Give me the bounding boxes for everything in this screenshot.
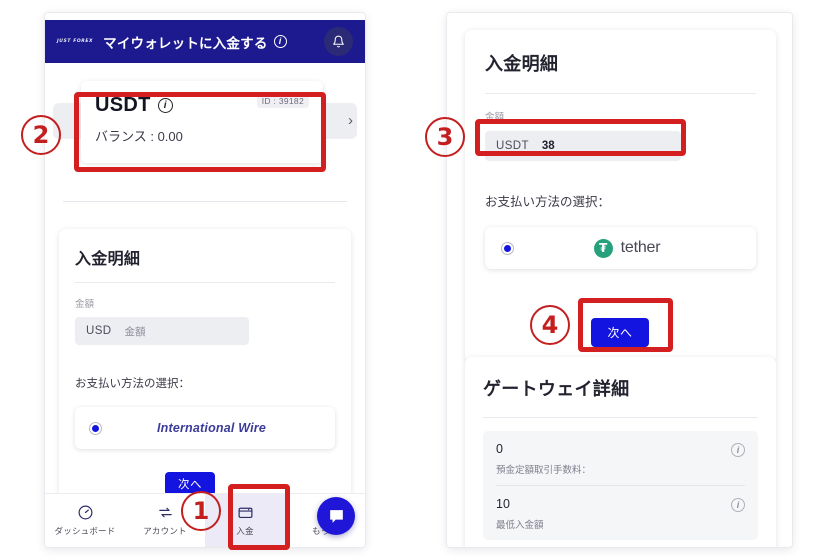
gateway-row: 10 最低入金額 i [483, 486, 758, 540]
bell-glyph [333, 35, 344, 48]
gateway-value: 10 [496, 497, 510, 511]
amount-input[interactable]: USD 金額 [75, 317, 249, 345]
next-button[interactable]: 次へ [591, 318, 649, 347]
wallet-id-badge: ID : 39182 [256, 94, 309, 108]
wallet-icon [238, 507, 252, 519]
amount-value: 38 [541, 140, 555, 152]
info-icon[interactable]: i [731, 443, 745, 457]
wallet-carousel: › USDT i ID : 39182 バランス : 0.00 [45, 71, 365, 181]
panel-divider [485, 93, 756, 94]
marker-2: 2 [21, 115, 61, 155]
chat-bubble-icon [329, 509, 343, 523]
marker-4: 4 [530, 305, 570, 345]
amount-field-label: 金額 [75, 299, 95, 310]
usdt-wallet-card[interactable]: USDT i ID : 39182 バランス : 0.00 [81, 81, 323, 163]
payment-method-label: お支払い方法の選択： [75, 378, 190, 390]
marker-3: 3 [425, 117, 465, 157]
amount-currency: USDT [496, 140, 529, 152]
payment-method-label: お支払い方法の選択： [485, 195, 611, 209]
amount-placeholder: 金額 [124, 325, 146, 338]
section-divider [63, 201, 347, 202]
nav-label-account: アカウント [143, 526, 187, 536]
tether-logo-icon: ₮ [593, 238, 613, 258]
payment-method-option[interactable]: International Wire [75, 407, 335, 449]
nav-label-dashboard: ダッシュボード [54, 526, 116, 536]
tether-method: ₮ tether [514, 238, 740, 258]
deposit-panel-title: 入金明細 [485, 54, 559, 74]
wallet-currency: USDT [95, 94, 151, 116]
page-title: マイウォレットに入金する [103, 35, 268, 51]
gateway-caption: 最低入金額 [496, 520, 544, 531]
gateway-value: 0 [496, 442, 503, 456]
deposit-details-panel: 入金明細 金額 USD 金額 お支払い方法の選択： International … [59, 229, 351, 499]
gateway-rows: 0 預金定額取引手数料： i 10 最低入金額 i [483, 431, 758, 540]
marker-1: 1 [181, 491, 221, 531]
radio-button[interactable] [501, 241, 514, 255]
panel-divider [75, 282, 335, 283]
gateway-row: 0 預金定額取引手数料： i [483, 431, 758, 485]
account-transfer-icon [158, 507, 172, 518]
payment-method-name: International Wire [156, 421, 267, 435]
app-header: JUST FOREX マイウォレットに入金する i [45, 20, 365, 63]
payment-method-option[interactable]: ₮ tether [485, 227, 756, 269]
wallet-card-top-row: USDT i ID : 39182 [95, 94, 309, 117]
screenshot-root: JUST FOREX マイウォレットに入金する i › USDT i ID: … [0, 0, 840, 560]
brand-logo: JUST FOREX [57, 39, 94, 44]
chevron-right-icon[interactable]: › [348, 113, 353, 128]
panel-divider [483, 417, 758, 418]
info-icon[interactable]: i [157, 98, 173, 113]
left-phone-frame: JUST FOREX マイウォレットに入金する i › USDT i ID: … [45, 13, 365, 547]
payment-method-name: tether [620, 239, 661, 256]
deposit-details-panel-right: 入金明細 金額 USDT 38 お支払い方法の選択： ₮ tether 次へ [465, 30, 776, 363]
dashboard-gauge-icon [78, 505, 92, 520]
nav-label-deposit: 入金 [236, 526, 254, 536]
gateway-details-panel: ゲートウェイ詳細 0 預金定額取引手数料： i 10 最低入金額 i [465, 357, 776, 547]
right-phone-frame: 入金明細 金額 USDT 38 お支払い方法の選択： ₮ tether 次へ ゲ… [447, 13, 792, 547]
gateway-panel-title: ゲートウェイ詳細 [483, 379, 630, 399]
info-icon[interactable]: i [273, 35, 287, 48]
right-phone-screen: 入金明細 金額 USDT 38 お支払い方法の選択： ₮ tether 次へ ゲ… [447, 13, 792, 547]
gateway-caption: 預金定額取引手数料： [496, 465, 592, 476]
wallet-balance: バランス : 0.00 [95, 129, 183, 144]
info-icon[interactable]: i [731, 498, 745, 512]
amount-field-label: 金額 [485, 112, 505, 123]
amount-input[interactable]: USDT 38 [485, 131, 681, 161]
nav-item-dashboard[interactable]: ダッシュボード [45, 494, 125, 547]
left-phone-screen: JUST FOREX マイウォレットに入金する i › USDT i ID: … [45, 13, 365, 547]
amount-currency: USD [86, 325, 112, 337]
radio-button[interactable] [89, 421, 102, 435]
bell-icon[interactable] [324, 27, 353, 56]
deposit-panel-title: 入金明細 [75, 251, 141, 268]
chat-fab-button[interactable] [317, 497, 355, 535]
